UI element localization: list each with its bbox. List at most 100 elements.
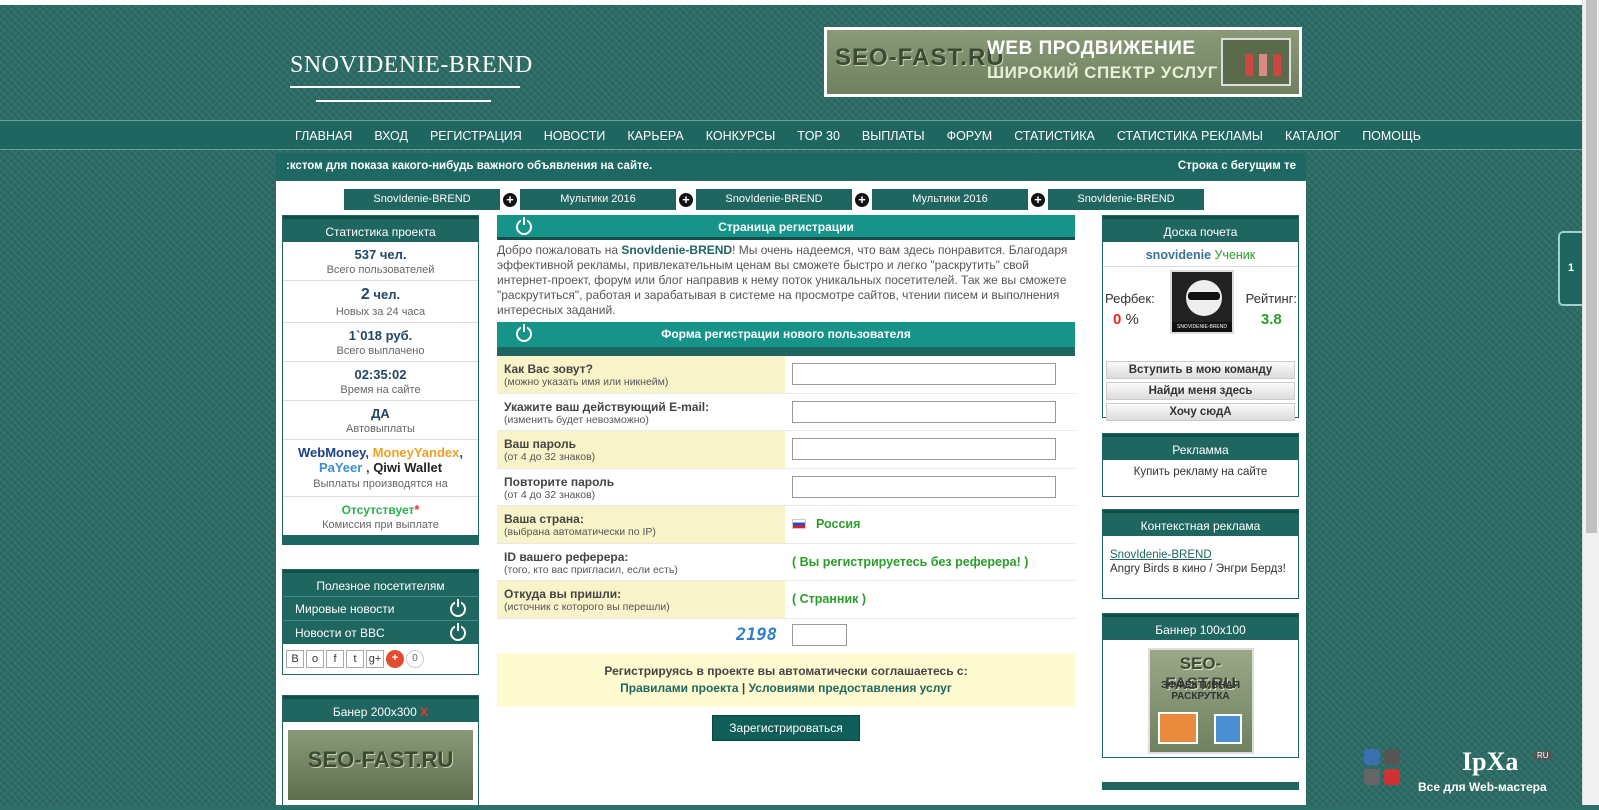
plus-icon[interactable]: + — [855, 192, 869, 207]
share-vk-icon[interactable]: В — [286, 650, 304, 668]
agreement-box: Регистрируясь в проекте вы автоматически… — [497, 652, 1075, 707]
rules-link[interactable]: Правилами проекта — [620, 681, 738, 695]
ticker-text-right: Строка с бегущим те — [1177, 160, 1296, 172]
form-divider — [497, 347, 1075, 356]
stat-fee: Отсутствует* Комиссия при выплате — [322, 502, 439, 531]
share-gplus-icon[interactable]: g+ — [366, 650, 384, 668]
share-ok-icon[interactable]: о — [306, 650, 324, 668]
nav-home[interactable]: ГЛАВНАЯ — [284, 121, 363, 151]
stats-title: Статистика проекта — [283, 216, 478, 242]
form-header: Форма регистрации нового пользователя — [497, 322, 1075, 347]
share-fb-icon[interactable]: f — [326, 650, 344, 668]
side-tab[interactable]: 1 — [1558, 231, 1582, 306]
context-ads-box: Контекстная реклама SnovIdenie-BREND Ang… — [1102, 509, 1299, 599]
share-bar: В о f t g+ + 0 — [283, 644, 478, 674]
join-team-button[interactable]: Вступить в мою команду — [1106, 361, 1295, 379]
nav-register[interactable]: РЕГИСТРАЦИЯ — [419, 121, 533, 151]
close-icon[interactable]: X — [420, 705, 428, 719]
nav-ad-statistics[interactable]: СТАТИСТИКА РЕКЛАМЫ — [1106, 121, 1274, 151]
context-ad-link[interactable]: SnovIdenie-BREND — [1103, 536, 1298, 561]
banner-brand: SEO-FAST.RU — [835, 44, 1005, 71]
captcha-image: 2198 — [736, 624, 777, 645]
scrollbar-thumb[interactable] — [1586, 0, 1597, 533]
stat-payment-systems: WebMoney, MoneyYandex, PaYeer , Qiwi Wal… — [283, 440, 478, 497]
ipxa-watermark: IpXa RU Все для Web-мастера — [1362, 747, 1562, 797]
want-here-button[interactable]: Хочу сюдА — [1106, 403, 1295, 421]
logo-underline-2 — [316, 100, 491, 102]
terms-link[interactable]: Условиями предоставления услуг — [749, 681, 952, 695]
ticker-text-left: :кстом для показа какого-нибудь важного … — [286, 160, 653, 172]
tab-link-1[interactable]: SnovIdenie-BREND — [344, 189, 500, 210]
source-value: ( Странник ) — [792, 592, 867, 607]
ads-box: Рекламма Купить рекламу на сайте — [1102, 433, 1299, 497]
nav-contests[interactable]: КОНКУРСЫ — [695, 121, 787, 151]
tab-link-2[interactable]: Мультики 2016 — [520, 189, 676, 210]
register-button[interactable]: Зарегистрироваться — [712, 714, 860, 741]
logo-underline — [290, 86, 520, 88]
registration-section: Страница регистрации Добро пожаловать на… — [497, 215, 1075, 741]
share-more-icon[interactable]: + — [386, 650, 404, 668]
nav-statistics[interactable]: СТАТИСТИКА — [1003, 121, 1106, 151]
power-icon — [516, 217, 532, 235]
country-value: Россия — [816, 517, 861, 532]
box-footer — [283, 535, 478, 544]
stat-new-users: 2 чел. Новых за 24 часа — [283, 281, 478, 323]
power-icon — [450, 623, 466, 641]
captcha-row: 2198 — [497, 619, 1075, 651]
useful-item-bbc-news[interactable]: Новости от BBC — [283, 620, 478, 644]
flag-ru-icon — [792, 519, 806, 530]
rating: Рейтинг: 3.8 — [1245, 291, 1297, 328]
banner-200-image[interactable]: SEO-FAST.RU — [288, 730, 473, 800]
nav-login[interactable]: ВХОД — [363, 121, 419, 151]
password-repeat-input[interactable] — [792, 475, 1056, 498]
name-input[interactable] — [792, 363, 1056, 386]
form-row-password-repeat: Повторите пароль (от 4 до 32 знаков) — [497, 469, 1075, 506]
nav-career[interactable]: КАРЬЕРА — [616, 121, 694, 151]
registration-header: Страница регистрации — [497, 215, 1075, 240]
honor-user[interactable]: snovidenie Ученик — [1103, 242, 1298, 267]
useful-item-world-news[interactable]: Мировые новости — [283, 596, 478, 620]
nav-help[interactable]: ПОМОЩЬ — [1351, 121, 1432, 151]
plus-icon[interactable]: + — [1031, 192, 1045, 207]
power-icon — [516, 324, 532, 342]
share-twitter-icon[interactable]: t — [346, 650, 364, 668]
nav-catalog[interactable]: КАТАЛОГ — [1274, 121, 1351, 151]
site-logo[interactable]: SNOVIDENIE-BREND — [290, 52, 533, 79]
banner-100-image[interactable]: SEO-FAST.RU ЭФФЕКТИВНАЯ РАСКРУТКА — [1147, 648, 1254, 754]
stat-paid: 1`018 руб. Всего выплачено — [283, 323, 478, 362]
tab-link-4[interactable]: Мультики 2016 — [872, 189, 1028, 210]
stat-users: 537 чел. Всего пользователей — [283, 242, 478, 281]
nav-forum[interactable]: ФОРУМ — [936, 121, 1004, 151]
email-input[interactable] — [792, 400, 1056, 423]
nav-payouts[interactable]: ВЫПЛАТЫ — [851, 121, 936, 151]
plus-icon[interactable]: + — [679, 192, 693, 207]
useful-title: Полезное посетителям — [283, 570, 478, 596]
banner-line-2: ШИРОКИЙ СПЕКТР УСЛУГ — [987, 63, 1218, 82]
useful-box: Полезное посетителям Мировые новости Нов… — [282, 569, 479, 675]
form-row-referrer: ID вашего реферера: (того, кто вас пригла… — [497, 544, 1075, 581]
power-icon — [450, 599, 466, 617]
watermark-ru: RU — [1534, 751, 1552, 760]
find-me-button[interactable]: Найди меня здесь — [1106, 382, 1295, 400]
plus-icon[interactable]: + — [503, 192, 517, 207]
banner-200-box: Банер 200х300 X SEO-FAST.RU — [282, 695, 479, 810]
avatar[interactable]: SNOVIDENIE-BREND — [1170, 270, 1234, 334]
honor-title: Доска почета — [1103, 216, 1298, 242]
project-stats-box: Статистика проекта 537 чел. Всего пользо… — [282, 215, 479, 545]
referrer-value: ( Вы регистрируетесь без реферера! ) — [792, 554, 1029, 569]
context-ad-text[interactable]: Angry Birds в кино / Энгри Бердз! — [1103, 561, 1298, 575]
nav-news[interactable]: НОВОСТИ — [533, 121, 617, 151]
scrollbar[interactable] — [1582, 0, 1599, 805]
banner-line-1: WEB ПРОДВИЖЕНИЕ — [987, 38, 1196, 59]
captcha-input[interactable] — [792, 623, 847, 646]
password-input[interactable] — [792, 438, 1056, 461]
ads-title: Рекламма — [1103, 434, 1298, 460]
share-count: 0 — [406, 650, 424, 668]
banner-200-title: Банер 200х300 X — [283, 696, 478, 722]
form-row-country: Ваша страна: (выбрана автоматически по IP… — [497, 506, 1075, 544]
nav-top30[interactable]: TOP 30 — [786, 121, 851, 151]
top-banner[interactable]: SEO-FAST.RU WEB ПРОДВИЖЕНИЕ ШИРОКИЙ СПЕК… — [824, 27, 1302, 97]
tab-link-3[interactable]: SnovIdenie-BREND — [696, 189, 852, 210]
tab-link-5[interactable]: SnovIdenie-BREND — [1048, 189, 1204, 210]
form-row-source: Откуда вы пришли: (источник с которого вы… — [497, 581, 1075, 619]
